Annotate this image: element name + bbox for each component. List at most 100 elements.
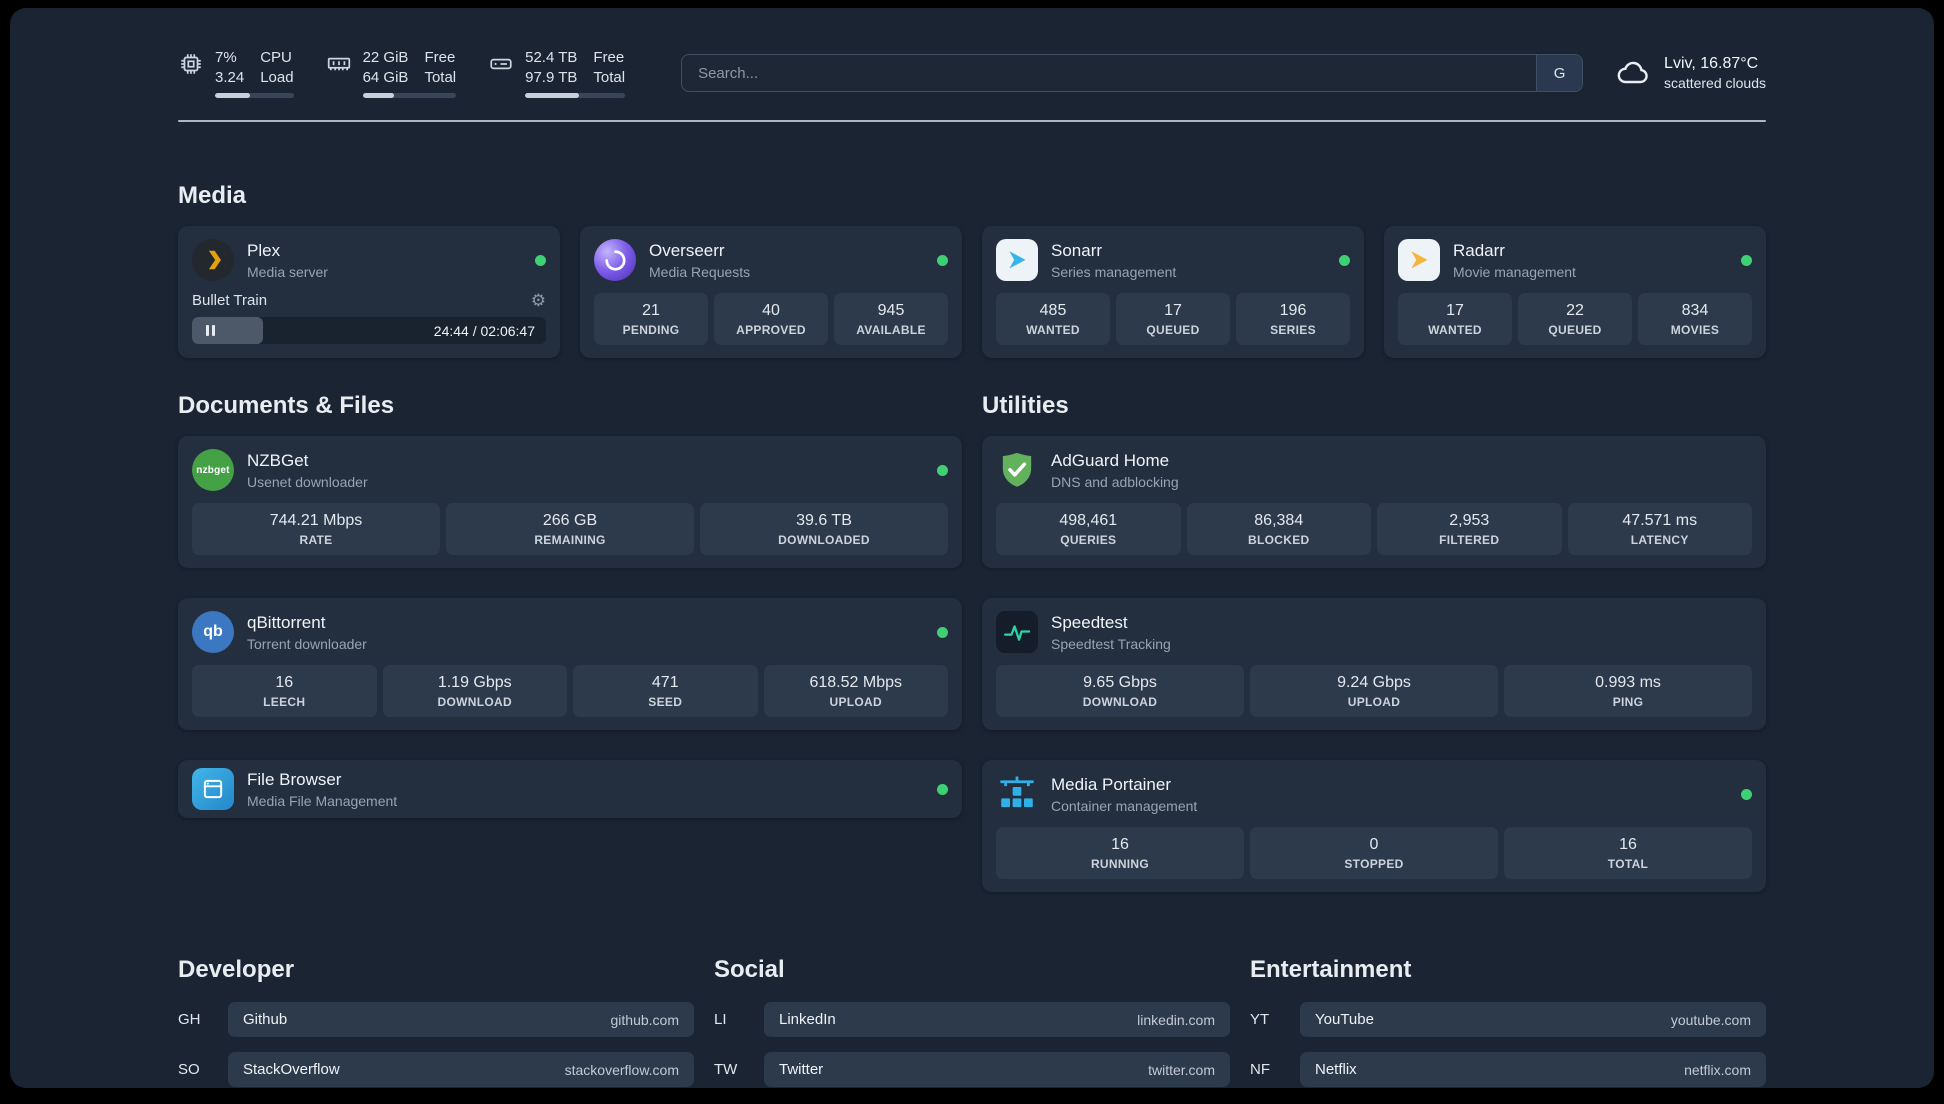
bookmark-name: YouTube — [1315, 1011, 1374, 1028]
bookmark-pill[interactable]: Twitter twitter.com — [764, 1052, 1230, 1087]
stat-label: AVAILABLE — [856, 323, 926, 337]
stat-label: APPROVED — [736, 323, 806, 337]
stat-label: RUNNING — [1090, 857, 1150, 871]
stat-label: DOWNLOAD — [1082, 695, 1158, 709]
app-name: Radarr — [1453, 240, 1505, 260]
weather-condition: scattered clouds — [1664, 75, 1766, 91]
stat-label: LATENCY — [1630, 533, 1689, 547]
bookmark-pill[interactable]: YouTube youtube.com — [1300, 1002, 1766, 1037]
bookmark-linkedin[interactable]: LI LinkedIn linkedin.com — [714, 1002, 1230, 1037]
nzbget-card-header: nzbget NZBGet Usenet downloader — [192, 449, 948, 491]
stat-label: WANTED — [1026, 323, 1080, 337]
app-name: Overseerr — [649, 240, 725, 260]
bookmark-abbr: GH — [178, 1011, 201, 1028]
bookmark-group-developer: Developer GH Github github.com SO StackO… — [178, 892, 694, 1088]
ram-label-bottom: Total — [424, 68, 457, 86]
nzbget-icon: nzbget — [192, 449, 234, 491]
radarr-card-header: Radarr Movie management — [1398, 239, 1752, 281]
section-title-documents: Documents & Files — [178, 392, 395, 419]
speedtest-card[interactable]: Speedtest Speedtest Tracking 9.65 Gbps D… — [982, 598, 1766, 730]
portainer-card[interactable]: Media Portainer Container management 16 … — [982, 760, 1766, 892]
status-dot — [937, 464, 948, 476]
playback-time: 24:44 / 02:06:47 — [433, 322, 535, 339]
stat-label: QUEUED — [1146, 323, 1200, 337]
cpu-load-value: 3.24 — [215, 68, 245, 86]
bookmark-abbr: YT — [1250, 1011, 1270, 1028]
now-playing-title: Bullet Train — [192, 292, 268, 309]
stat-value: 0.993 ms — [1595, 674, 1661, 691]
stat-label: STOPPED — [1344, 857, 1404, 871]
app-subtitle: Media File Management — [247, 792, 398, 809]
cpu-icon — [181, 54, 201, 74]
stat-queued: 22 QUEUED — [1518, 293, 1632, 345]
stat-latency: 47.571 ms LATENCY — [1567, 503, 1752, 555]
stat-blocked: 86,384 BLOCKED — [1186, 503, 1371, 555]
cloud-icon — [1617, 61, 1648, 84]
bookmark-url: netflix.com — [1684, 1061, 1751, 1078]
nzbget-card[interactable]: nzbget NZBGet Usenet downloader 744.21 M… — [178, 436, 962, 568]
bookmark-name: Netflix — [1315, 1061, 1357, 1078]
stat-leech: 16 LEECH — [192, 665, 377, 717]
pause-button[interactable] — [192, 325, 228, 336]
disk-label-bottom: Total — [593, 68, 626, 86]
ram-metric: 22 GiB 64 GiB Free Total — [326, 48, 457, 98]
stat-value: 22 — [1566, 302, 1584, 319]
bookmark-pill[interactable]: Github github.com — [228, 1002, 694, 1037]
stat-label: SEED — [648, 695, 683, 709]
bookmark-pill[interactable]: LinkedIn linkedin.com — [764, 1002, 1230, 1037]
bookmark-abbr: SO — [178, 1061, 200, 1078]
overseerr-card[interactable]: Overseerr Media Requests 21 PENDING 40 A… — [580, 226, 962, 358]
filebrowser-icon — [192, 768, 234, 810]
bookmark-netflix[interactable]: NF Netflix netflix.com — [1250, 1052, 1766, 1087]
section-title-media: Media — [178, 182, 247, 209]
plex-card[interactable]: Plex Media server Bullet Train ⚙ 24:44 /… — [178, 226, 560, 358]
ram-progress-fill — [362, 93, 395, 98]
qbittorrent-card[interactable]: qb qBittorrent Torrent downloader 16 LEE… — [178, 598, 962, 730]
bookmark-stackoverflow[interactable]: SO StackOverflow stackoverflow.com — [178, 1052, 694, 1087]
bookmark-abbr: TW — [714, 1061, 738, 1078]
section-title-entertainment: Entertainment — [1250, 956, 1412, 983]
portainer-card-header: Media Portainer Container management — [996, 773, 1752, 815]
status-dot — [1741, 254, 1752, 266]
weather-widget[interactable]: Lviv, 16.87°C scattered clouds — [1615, 55, 1766, 91]
stat-value: 0 — [1369, 836, 1379, 853]
stat-label: MOVIES — [1670, 323, 1720, 337]
adguard-card[interactable]: AdGuard Home DNS and adblocking 498,461 … — [982, 436, 1766, 568]
topbar-divider — [178, 120, 1766, 122]
filebrowser-card[interactable]: File Browser Media File Management — [178, 760, 962, 818]
stat-queued: 17 QUEUED — [1116, 293, 1230, 345]
app-name: File Browser — [247, 769, 342, 789]
stat-wanted: 17 WANTED — [1398, 293, 1512, 345]
nzbget-stats: 744.21 Mbps RATE 266 GB REMAINING 39.6 T… — [192, 503, 948, 555]
bookmark-youtube[interactable]: YT YouTube youtube.com — [1250, 1002, 1766, 1037]
bookmark-name: StackOverflow — [243, 1061, 340, 1078]
stat-value: 17 — [1164, 302, 1182, 319]
stat-label: DOWNLOAD — [437, 695, 512, 709]
stat-upload: 9.24 Gbps UPLOAD — [1250, 665, 1498, 717]
radarr-card[interactable]: Radarr Movie management 17 WANTED 22 QUE… — [1384, 226, 1766, 358]
search-input[interactable] — [682, 55, 1537, 91]
stat-running: 16 RUNNING — [996, 827, 1244, 879]
search-engine-button[interactable]: G — [1536, 55, 1583, 91]
stat-label: QUERIES — [1060, 533, 1117, 547]
bookmark-github[interactable]: GH Github github.com — [178, 1002, 694, 1037]
sonarr-card[interactable]: Sonarr Series management 485 WANTED 17 Q… — [982, 226, 1364, 358]
stat-total: 16 TOTAL — [1504, 827, 1752, 879]
stat-series: 196 SERIES — [1236, 293, 1350, 345]
app-name: NZBGet — [247, 450, 309, 470]
bookmark-pill[interactable]: Netflix netflix.com — [1300, 1052, 1766, 1087]
stat-approved: 40 APPROVED — [714, 293, 828, 345]
stat-value: 266 GB — [542, 512, 598, 529]
gear-icon[interactable]: ⚙ — [531, 292, 546, 309]
dashboard-root: 7% 3.24 CPU Load 22 GiB 64 GiB Free Tota… — [10, 8, 1934, 1088]
stat-wanted: 485 WANTED — [996, 293, 1110, 345]
playback-bar[interactable]: 24:44 / 02:06:47 — [192, 317, 546, 344]
disk-metric: 52.4 TB 97.9 TB Free Total — [488, 48, 626, 98]
stat-queries: 498,461 QUERIES — [996, 503, 1181, 555]
radarr-icon — [1398, 239, 1440, 281]
stat-label: QUEUED — [1548, 323, 1602, 337]
speedtest-stats: 9.65 Gbps DOWNLOAD 9.24 Gbps UPLOAD 0.99… — [996, 665, 1752, 717]
bookmark-pill[interactable]: StackOverflow stackoverflow.com — [228, 1052, 694, 1087]
bookmark-twitter[interactable]: TW Twitter twitter.com — [714, 1052, 1230, 1087]
stat-value: 498,461 — [1059, 512, 1118, 529]
